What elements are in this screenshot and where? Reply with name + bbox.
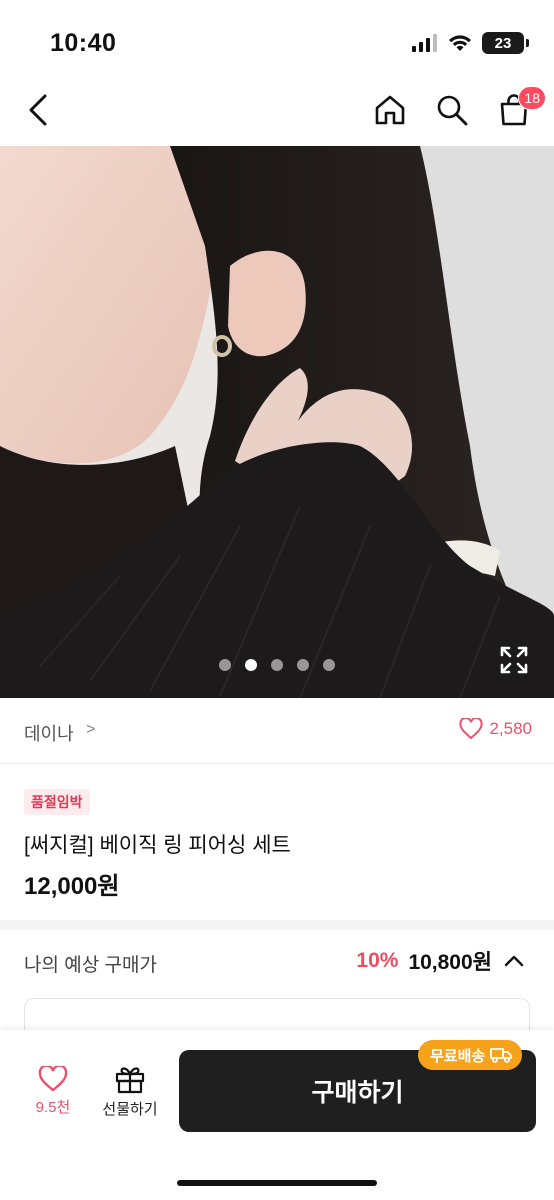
gift-icon (115, 1067, 145, 1094)
wishlist-button[interactable]: 9.5천 (24, 1066, 82, 1117)
bottom-action-bar: 9.5천 선물하기 구매하기 무료배송 (0, 1030, 554, 1200)
section-divider (0, 920, 554, 930)
gift-label: 선물하기 (102, 1101, 158, 1118)
free-shipping-label: 무료배송 (430, 1047, 486, 1065)
signal-icon (412, 34, 437, 52)
carousel-dot[interactable] (323, 659, 335, 671)
search-button[interactable] (432, 88, 472, 132)
heart-icon (38, 1066, 68, 1092)
cart-button[interactable]: 18 (494, 86, 546, 132)
product-photo (0, 146, 554, 698)
expected-price: 10,800원 (408, 951, 492, 974)
expected-price-values: 10% 10,800원 (356, 946, 526, 976)
product-price: 12,000원 (24, 873, 120, 900)
chevron-up-icon[interactable] (502, 949, 526, 973)
home-icon (375, 95, 405, 125)
expected-price-label: 나의 예상 구매가 (24, 955, 157, 976)
carousel-dot[interactable] (297, 659, 309, 671)
nav-actions: 18 (370, 86, 546, 132)
status-bar: 10:40 23 (0, 0, 554, 80)
cart-count-badge: 18 (518, 86, 546, 110)
discount-rate: 10% (356, 949, 399, 972)
carousel-dot[interactable] (271, 659, 283, 671)
wishlist-count: 9.5천 (35, 1099, 71, 1116)
status-badge: 품절임박 (24, 789, 90, 815)
status-icons: 23 (412, 32, 529, 54)
nav-bar: 18 (0, 80, 554, 146)
battery-icon: 23 (482, 32, 529, 54)
back-icon (29, 94, 47, 126)
carousel-dot[interactable] (219, 659, 231, 671)
carousel-pagination (219, 659, 335, 671)
free-shipping-badge: 무료배송 (418, 1040, 523, 1070)
home-indicator (177, 1180, 377, 1186)
wifi-icon (449, 35, 471, 51)
carousel-dot-active[interactable] (245, 659, 257, 671)
chevron-right-icon: > (86, 721, 96, 738)
heart-icon (459, 718, 484, 740)
truck-icon (490, 1048, 513, 1063)
status-time: 10:40 (50, 29, 117, 57)
gift-button[interactable]: 선물하기 (96, 1064, 164, 1119)
search-icon (437, 95, 468, 126)
brand-like-button[interactable]: 2,580 (459, 718, 532, 740)
product-title: [써지컬] 베이직 링 피어싱 세트 (24, 834, 291, 857)
expand-icon[interactable] (498, 644, 530, 676)
expected-price-row[interactable]: 나의 예상 구매가 10% 10,800원 (0, 930, 554, 992)
brand-row[interactable]: 데이나 > 2,580 (0, 698, 554, 764)
brand-like-count: 2,580 (489, 719, 532, 738)
home-button[interactable] (370, 88, 410, 132)
brand-name[interactable]: 데이나 (24, 720, 74, 746)
product-image-carousel[interactable] (0, 146, 554, 698)
back-button[interactable] (18, 90, 58, 130)
